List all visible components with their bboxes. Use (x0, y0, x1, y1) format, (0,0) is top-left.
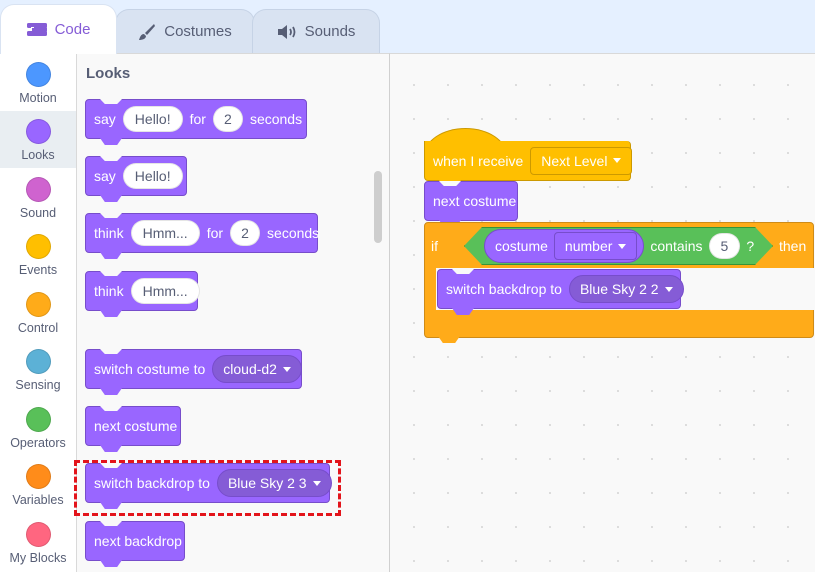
tab-sounds[interactable]: Sounds (252, 9, 380, 53)
if-label: if (431, 238, 438, 254)
costume-dropdown[interactable]: cloud-d2 (212, 355, 302, 383)
costume-reporter[interactable]: costume number (484, 229, 644, 263)
block-text: switch backdrop to (94, 475, 210, 491)
message-input[interactable]: Hello! (122, 106, 183, 132)
control-category-icon (25, 292, 51, 317)
block-text: next costume (94, 418, 178, 434)
category-control[interactable]: Control (0, 284, 76, 341)
tab-label: Code (54, 21, 91, 38)
my-blocks-category-icon (25, 522, 51, 547)
say-for-seconds-block[interactable]: say Hello! for 2 seconds (85, 99, 307, 139)
block-text: say (94, 111, 116, 127)
seconds-input[interactable]: 2 (230, 220, 261, 246)
message-input[interactable]: Hello! (122, 163, 183, 189)
next-backdrop-block[interactable]: next backdrop (85, 521, 185, 561)
message-input[interactable]: Hmm... (130, 220, 200, 246)
editor-tab-bar: Code Costumes Sounds (0, 0, 815, 54)
switch-backdrop-block[interactable]: switch backdrop to Blue Sky 2 3 (85, 463, 332, 503)
category-variables[interactable]: Variables (0, 456, 76, 513)
block-text: for (189, 111, 206, 127)
block-text: when I receive (433, 152, 524, 169)
message-dropdown[interactable]: Next Level (530, 146, 633, 175)
block-text: think (94, 225, 124, 241)
block-text: next backdrop (94, 533, 182, 549)
category-label: My Blocks (9, 551, 67, 565)
motion-category-icon (25, 62, 51, 87)
tab-label: Costumes (164, 23, 232, 40)
dropdown-value: Blue Sky 2 2 (579, 281, 659, 297)
block-text: seconds (249, 111, 303, 127)
switch-backdrop-block[interactable]: switch backdrop to Blue Sky 2 2 (437, 269, 684, 309)
sensing-category-icon (25, 349, 51, 374)
variables-category-icon (25, 464, 51, 489)
category-label: Control (17, 321, 59, 335)
block-text: say (94, 168, 116, 184)
category-operators[interactable]: Operators (0, 399, 76, 456)
chevron-down-icon (664, 286, 673, 292)
chevron-down-icon (282, 366, 291, 372)
switch-costume-block[interactable]: switch costume to cloud-d2 (85, 349, 302, 389)
say-block[interactable]: say Hello! (85, 156, 187, 196)
category-motion[interactable]: Motion (0, 54, 76, 111)
next-costume-block[interactable]: next costume (85, 406, 181, 446)
category-label: Sound (19, 206, 57, 220)
message-input[interactable]: Hmm... (130, 278, 200, 304)
scratch-editor: Code Costumes Sounds Motion Looks Sound (0, 0, 815, 572)
then-label: then (779, 238, 807, 254)
block-text: costume (495, 238, 548, 254)
next-costume-block[interactable]: next costume (424, 181, 518, 221)
category-my-blocks[interactable]: My Blocks (0, 514, 76, 571)
category-label: Variables (12, 493, 64, 507)
operators-category-icon (25, 407, 51, 432)
category-label: Operators (10, 436, 66, 450)
seconds-input[interactable]: 2 (212, 106, 243, 132)
category-label: Sensing (15, 378, 61, 392)
block-text: think (94, 283, 124, 299)
palette-scrollbar[interactable] (374, 171, 382, 243)
when-i-receive-block[interactable]: when I receive Next Level (424, 141, 633, 181)
backdrop-dropdown[interactable]: Blue Sky 2 2 (568, 275, 684, 303)
value-input[interactable]: 5 (709, 233, 741, 259)
dropdown-value: Next Level (541, 152, 608, 169)
think-for-seconds-block[interactable]: think Hmm... for 2 seconds (85, 213, 320, 253)
sound-category-icon (25, 177, 51, 202)
block-text: for (206, 225, 224, 241)
think-block[interactable]: think Hmm... (85, 271, 200, 311)
dropdown-value: cloud-d2 (223, 361, 277, 377)
category-label: Events (18, 263, 58, 277)
speaker-icon (277, 24, 297, 40)
category-sensing[interactable]: Sensing (0, 341, 76, 398)
block-text: switch backdrop to (446, 281, 562, 297)
block-text: seconds (267, 225, 320, 241)
palette-title: Looks (86, 65, 131, 82)
backdrop-dropdown[interactable]: Blue Sky 2 3 (216, 469, 332, 497)
category-events[interactable]: Events (0, 226, 76, 283)
brush-icon (138, 23, 156, 41)
costume-attribute-dropdown[interactable]: number (554, 232, 637, 260)
chevron-down-icon (618, 244, 626, 249)
block-text: switch costume to (94, 361, 206, 377)
looks-category-icon (25, 119, 51, 144)
code-icon (26, 22, 47, 37)
chevron-down-icon (613, 158, 622, 163)
category-label: Motion (19, 91, 57, 105)
dropdown-value: Blue Sky 2 3 (227, 475, 307, 491)
chevron-down-icon (312, 480, 321, 486)
block-text: contains (650, 238, 703, 254)
category-looks[interactable]: Looks (0, 111, 76, 168)
contains-condition-block[interactable]: costume number contains 5 ? (464, 227, 773, 265)
category-menu: Motion Looks Sound Events Control Sensin… (0, 53, 77, 572)
tab-label: Sounds (304, 23, 356, 40)
block-text: next costume (433, 193, 517, 209)
category-sound[interactable]: Sound (0, 169, 76, 226)
block-text: ? (746, 238, 755, 254)
category-label: Looks (21, 148, 55, 162)
dropdown-value: number (564, 238, 613, 254)
tab-costumes[interactable]: Costumes (115, 9, 255, 53)
events-category-icon (25, 234, 51, 259)
tab-code[interactable]: Code (0, 4, 117, 54)
